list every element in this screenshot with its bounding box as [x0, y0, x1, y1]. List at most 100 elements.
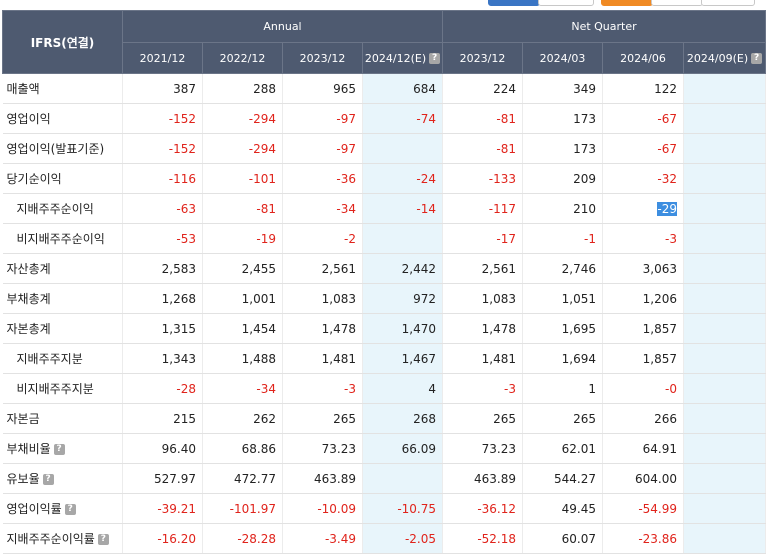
cell-value: 349 [573, 81, 596, 96]
table-row: 지배주주지분 1,343 1,488 1,481 1,467 1,481 1,694 1,85… [2, 343, 766, 374]
cell-value: 604.00 [635, 471, 677, 486]
value-cell [683, 163, 766, 194]
row-label: 비지배주주지분 [2, 373, 123, 404]
value-cell: -3.49 [282, 523, 363, 554]
cell-value: 1,083 [321, 291, 356, 306]
value-cell: 288 [202, 73, 283, 104]
cell-value: -294 [248, 111, 276, 126]
cell-value: 64.91 [642, 441, 677, 456]
cell-value: 49.45 [561, 501, 596, 516]
value-cell: -1 [522, 223, 603, 254]
cell-value: -10.75 [397, 501, 436, 516]
cell-value: -17 [496, 231, 516, 246]
cell-value: -97 [336, 141, 356, 156]
value-cell: -294 [202, 103, 283, 134]
row-label: 지배주주순이익 [2, 193, 123, 224]
row-label: 부채총계 [2, 283, 123, 314]
row-label-text: 영업이익률 [6, 502, 62, 516]
cell-value: 4 [428, 381, 436, 396]
cell-value: -36.12 [477, 501, 516, 516]
view-tab-separate[interactable] [651, 0, 703, 6]
cell-value: 472.77 [234, 471, 276, 486]
cell-value: -294 [248, 141, 276, 156]
view-tab-annual[interactable] [488, 0, 540, 6]
view-tab-other[interactable] [701, 0, 755, 6]
cell-value: 173 [573, 111, 596, 126]
value-cell: -19 [202, 223, 283, 254]
value-cell [362, 133, 443, 164]
value-cell [362, 463, 443, 494]
cell-value: 1 [588, 381, 596, 396]
row-label-text: 당기순이익 [6, 172, 62, 186]
value-cell: 2,561 [442, 253, 523, 284]
cell-value: 96.40 [161, 441, 196, 456]
help-icon[interactable]: ? [429, 53, 441, 64]
value-cell [683, 493, 766, 524]
help-icon[interactable]: ? [751, 53, 763, 64]
accounting-standard-header: IFRS(연결) [2, 10, 123, 74]
row-label-text: 자산총계 [6, 262, 51, 276]
period-header-estimate: 2024/09(E)? [683, 42, 766, 74]
cell-value: -34 [256, 381, 276, 396]
value-cell [683, 523, 766, 554]
value-cell: -10.09 [282, 493, 363, 524]
row-label-text: 자본금 [6, 412, 40, 426]
cell-value: 1,857 [642, 351, 677, 366]
help-icon[interactable]: ? [53, 444, 65, 455]
cell-value: -116 [168, 171, 196, 186]
value-cell: -2.05 [362, 523, 443, 554]
value-cell: -36 [282, 163, 363, 194]
value-cell [683, 103, 766, 134]
value-cell: 972 [362, 283, 443, 314]
cell-value: -3 [504, 381, 516, 396]
table-row: 유보율? 527.97 472.77 463.89 463.89 544.27 604.00 [2, 463, 766, 494]
value-cell: -101.97 [202, 493, 283, 524]
value-cell: 472.77 [202, 463, 283, 494]
value-cell: 1,857 [602, 343, 684, 374]
value-cell: 1,083 [282, 283, 363, 314]
value-cell: -3 [282, 373, 363, 404]
value-cell: 73.23 [282, 433, 363, 464]
value-cell: 1 [522, 373, 603, 404]
cell-value: 215 [173, 411, 196, 426]
value-cell: 1,051 [522, 283, 603, 314]
quarter-group-header: Net Quarter [442, 10, 766, 43]
cell-value: -81 [256, 201, 276, 216]
value-cell: 122 [602, 73, 684, 104]
value-cell: 544.27 [522, 463, 603, 494]
help-icon[interactable]: ? [64, 504, 76, 515]
view-tab-consolidated[interactable] [601, 0, 653, 6]
cell-value: 268 [413, 411, 436, 426]
value-cell: 2,746 [522, 253, 603, 284]
value-cell: 684 [362, 73, 443, 104]
cell-value: -3 [344, 381, 356, 396]
value-cell [683, 133, 766, 164]
cell-value: 73.23 [481, 441, 516, 456]
help-icon[interactable]: ? [42, 474, 54, 485]
value-cell: -14 [362, 193, 443, 224]
cell-value: 684 [413, 81, 436, 96]
value-cell: 1,001 [202, 283, 283, 314]
value-cell: -17 [442, 223, 523, 254]
cell-value: 68.86 [241, 441, 276, 456]
cell-value: 173 [573, 141, 596, 156]
cell-value: -67 [657, 141, 677, 156]
value-cell: -152 [122, 133, 203, 164]
value-cell: -101 [202, 163, 283, 194]
row-label: 영업이익률? [2, 493, 123, 524]
value-cell: 66.09 [362, 433, 443, 464]
help-icon[interactable]: ? [97, 534, 109, 545]
cell-value: -0 [665, 381, 677, 396]
cell-value: 972 [413, 291, 436, 306]
value-cell: -52.18 [442, 523, 523, 554]
value-cell: 1,695 [522, 313, 603, 344]
cell-value: -117 [488, 201, 516, 216]
row-label: 매출액 [2, 73, 123, 104]
row-label: 영업이익 [2, 103, 123, 134]
cell-value: 62.01 [561, 441, 596, 456]
cell-value: 2,561 [481, 261, 516, 276]
cell-value: -63 [176, 201, 196, 216]
row-label: 지배주주지분 [2, 343, 123, 374]
cell-value: -29 [657, 201, 677, 216]
view-tab-quarter[interactable] [538, 0, 594, 6]
